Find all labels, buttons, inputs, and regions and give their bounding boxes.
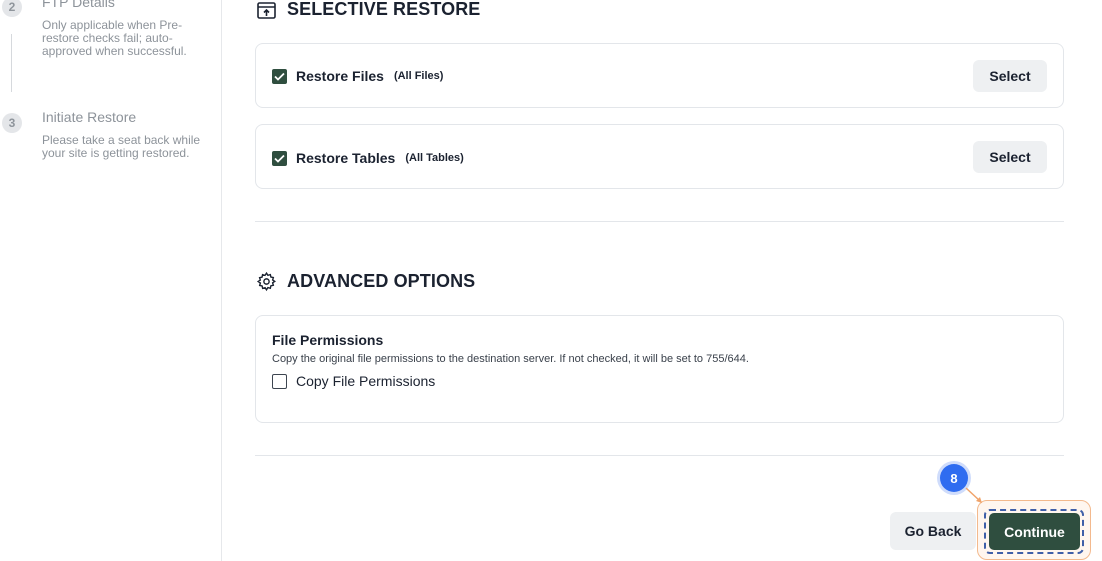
restore-tables-select-button[interactable]: Select	[973, 141, 1047, 173]
step-number: 2	[2, 0, 22, 17]
restore-files-label: Restore Files	[296, 68, 384, 84]
restore-files-card: Restore Files (All Files) Select	[255, 43, 1064, 108]
restore-tables-sublabel: (All Tables)	[405, 152, 464, 164]
restore-files-sublabel: (All Files)	[393, 70, 444, 82]
section-divider	[255, 221, 1064, 222]
restore-tables-label: Restore Tables	[296, 150, 396, 166]
restore-tables-card: Restore Tables (All Tables) Select	[255, 124, 1064, 189]
file-permissions-description: Copy the original file permissions to th…	[272, 353, 749, 365]
selective-restore-heading: SELECTIVE RESTORE	[256, 0, 480, 20]
copy-file-permissions-checkbox[interactable]	[272, 373, 287, 389]
advanced-options-heading: ADVANCED OPTIONS	[256, 271, 475, 292]
step-number: 3	[2, 113, 22, 133]
copy-file-permissions-option[interactable]: Copy File Permissions	[272, 373, 435, 389]
restore-tables-checkbox[interactable]	[272, 150, 287, 166]
continue-highlight: Continue	[977, 500, 1091, 560]
restore-box-icon	[256, 0, 277, 20]
footer-divider	[255, 455, 1064, 456]
step-connector	[11, 34, 12, 92]
section-title: SELECTIVE RESTORE	[287, 0, 481, 19]
file-permissions-card: File Permissions Copy the original file …	[255, 315, 1064, 423]
file-permissions-title: File Permissions	[272, 332, 384, 348]
continue-button[interactable]: Continue	[989, 513, 1080, 550]
restore-tables-option[interactable]: Restore Tables (All Tables)	[272, 150, 464, 166]
step-title: Initiate Restore	[42, 109, 137, 125]
step-description: Please take a seat back while your site …	[42, 133, 201, 160]
restore-files-select-button[interactable]: Select	[973, 60, 1047, 92]
go-back-button[interactable]: Go Back	[890, 512, 976, 550]
restore-files-option[interactable]: Restore Files (All Files)	[272, 68, 443, 84]
restore-files-checkbox[interactable]	[272, 68, 287, 84]
gear-icon	[256, 271, 277, 292]
step-description: Only applicable when Pre-restore checks …	[42, 18, 187, 58]
restore-steps-sidebar: 2 FTP Details Only applicable when Pre-r…	[0, 0, 222, 561]
step-title: FTP Details	[42, 0, 115, 10]
section-title: ADVANCED OPTIONS	[287, 271, 476, 291]
copy-file-permissions-label: Copy File Permissions	[296, 373, 436, 389]
marker-arrow-icon	[965, 487, 982, 503]
